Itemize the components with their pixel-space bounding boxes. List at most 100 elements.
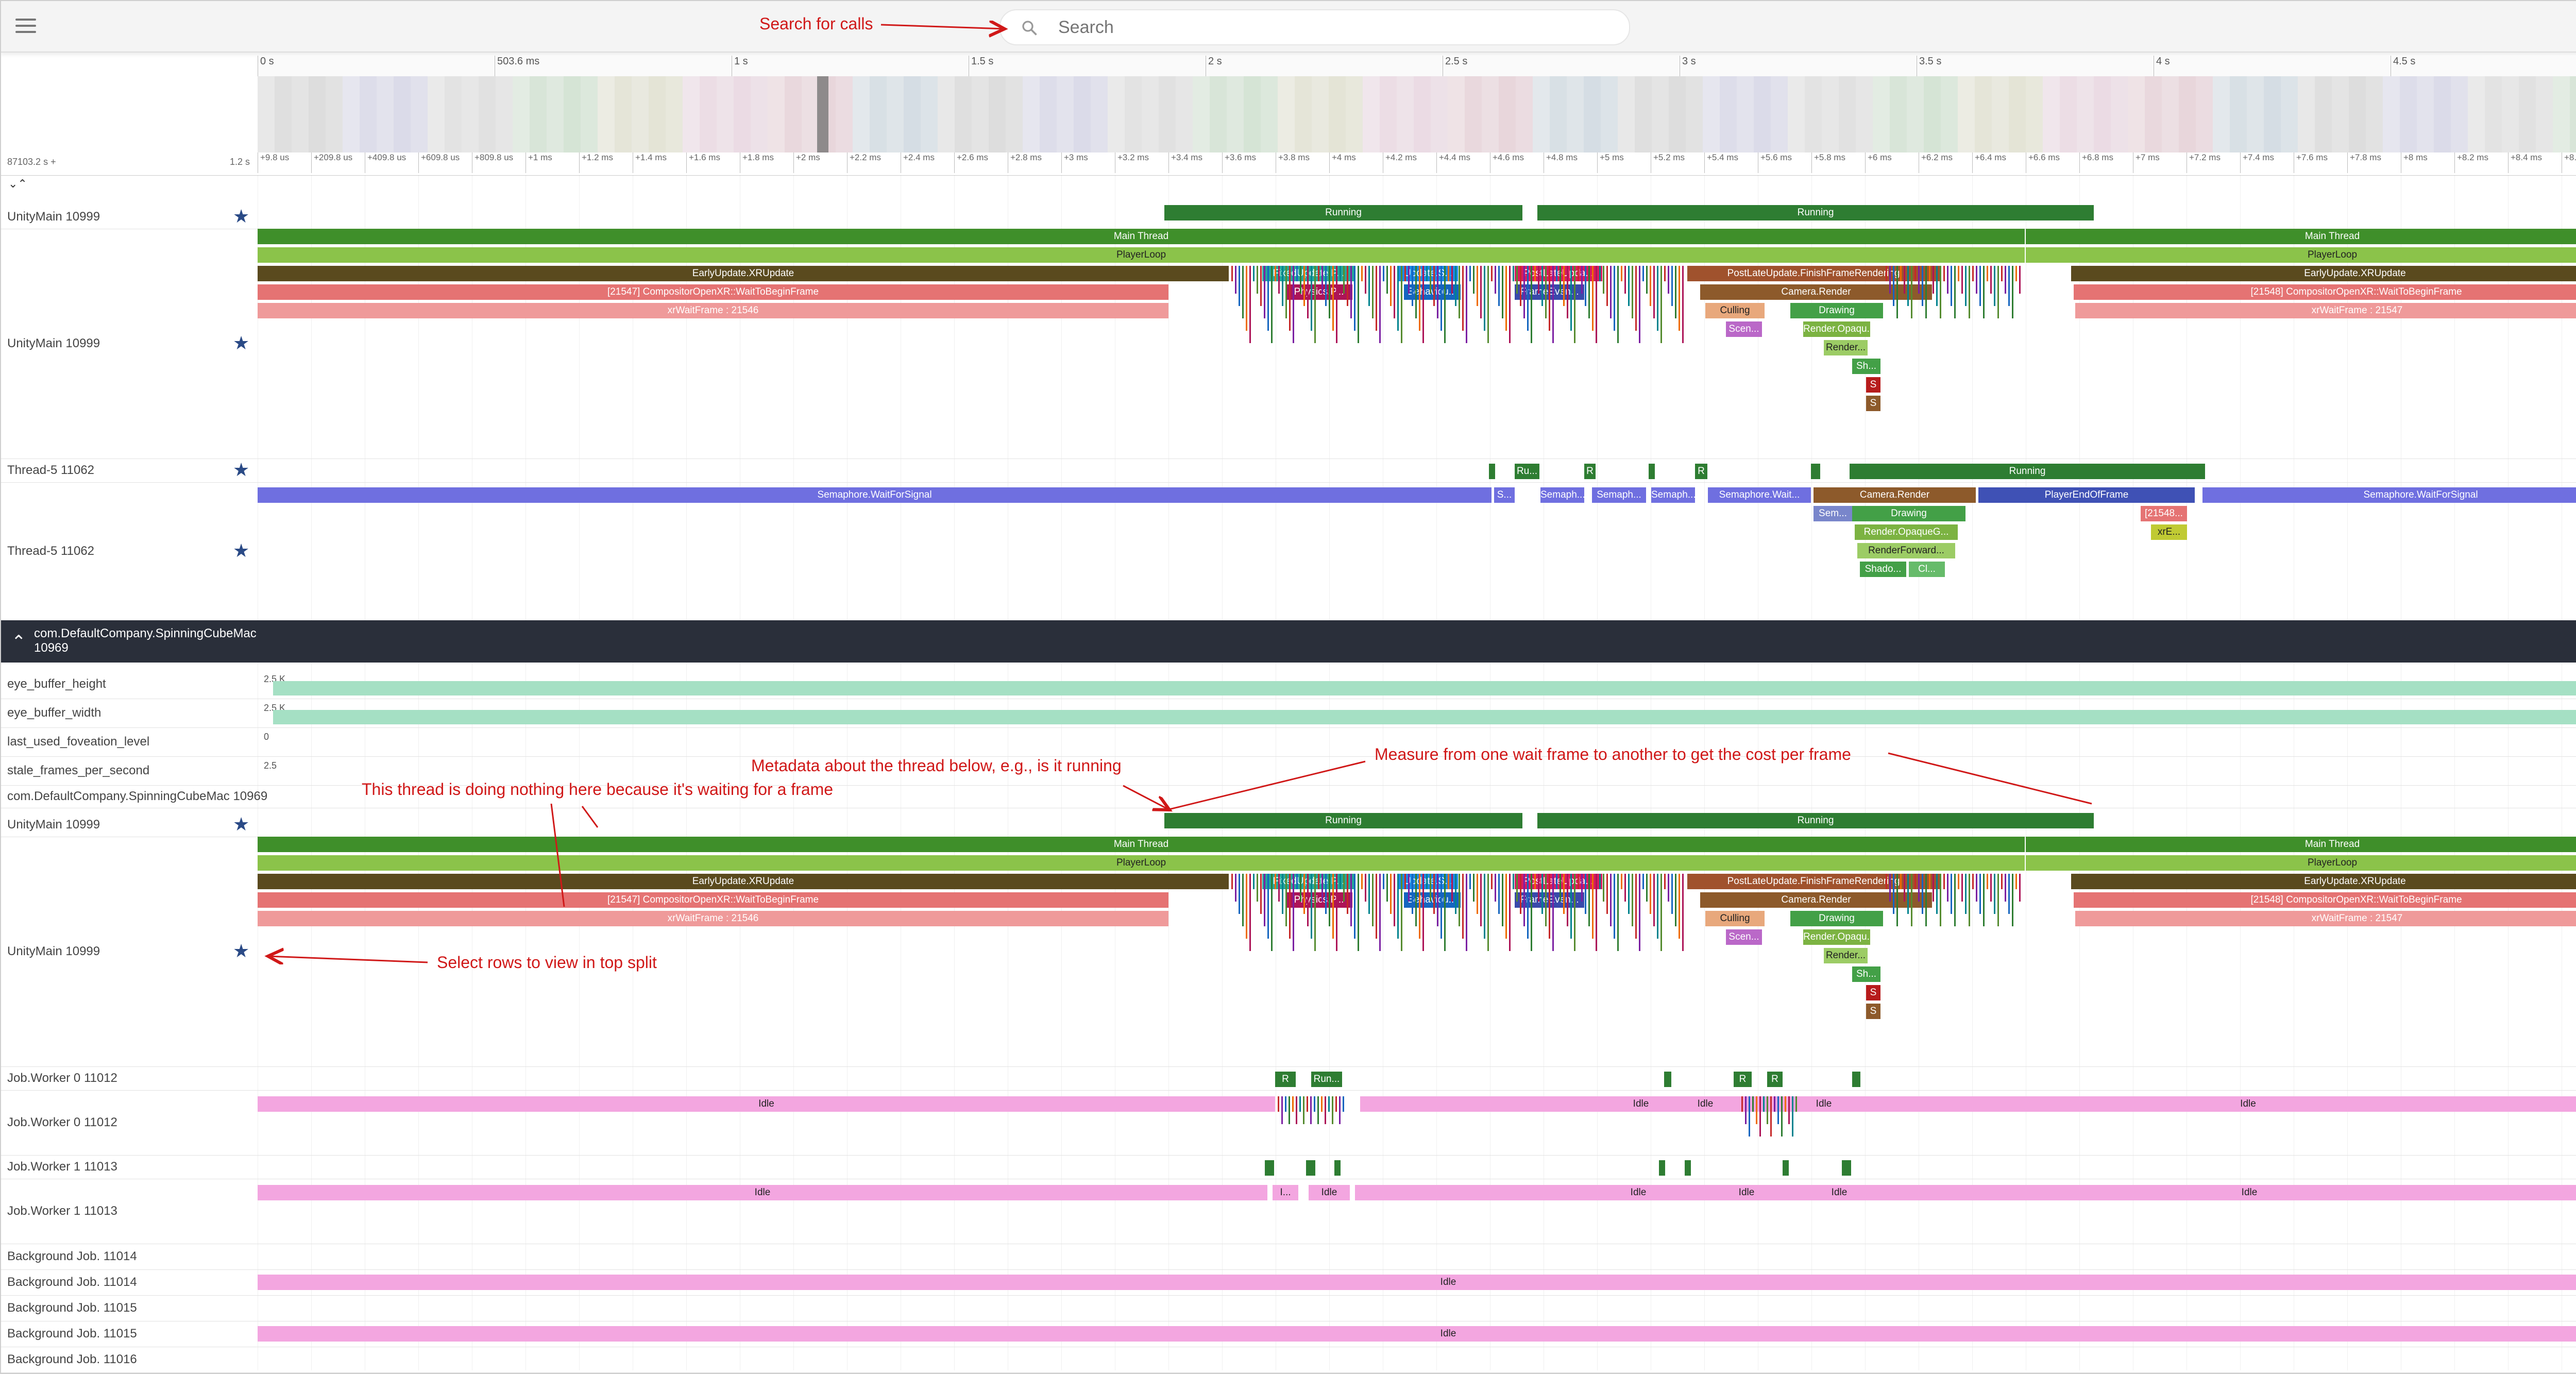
trace-slice-sliver[interactable]	[1300, 266, 1301, 294]
trace-slice-sliver[interactable]	[1372, 874, 1374, 926]
trace-slice-sliver[interactable]	[1596, 874, 1597, 951]
trace-slice-sliver[interactable]	[1440, 266, 1442, 331]
trace-slice[interactable]	[1306, 1160, 1315, 1176]
trace-slice-sliver[interactable]	[1365, 874, 1366, 902]
track-label[interactable]: Background Job. 11014	[7, 1275, 137, 1290]
track-row[interactable]	[0, 1244, 2576, 1270]
trace-slice-sliver[interactable]	[1296, 266, 1298, 281]
trace-slice-sliver[interactable]	[1455, 874, 1456, 914]
trace-slice-sliver[interactable]	[1538, 266, 1539, 294]
trace-slice[interactable]: Sem...	[1814, 506, 1852, 521]
trace-slice[interactable]: [21547] CompositorOpenXR::WaitToBeginFra…	[258, 284, 1168, 300]
trace-slice-sliver[interactable]	[1785, 1096, 1786, 1112]
trace-slice[interactable]: Idle	[1669, 1185, 1824, 1200]
pin-star-icon[interactable]: ★	[233, 940, 249, 962]
trace-slice-sliver[interactable]	[1947, 874, 1948, 902]
trace-slice[interactable]	[1811, 464, 1820, 479]
trace-slice-sliver[interactable]	[1253, 874, 1255, 889]
trace-slice-sliver[interactable]	[1900, 266, 1902, 281]
trace-slice-sliver[interactable]	[1318, 874, 1319, 889]
trace-slice-sliver[interactable]	[1624, 266, 1626, 294]
trace-slice[interactable]	[1649, 464, 1655, 479]
trace-slice-sliver[interactable]	[1965, 874, 1967, 914]
track-label[interactable]: Job.Worker 1 11013	[7, 1160, 117, 1174]
trace-slice-sliver[interactable]	[1664, 874, 1666, 889]
trace-slice-sliver[interactable]	[1491, 874, 1493, 889]
trace-slice-sliver[interactable]	[1368, 874, 1370, 914]
trace-slice[interactable]: Running	[1164, 205, 1522, 220]
trace-slice-sliver[interactable]	[1379, 266, 1381, 343]
trace-slice-sliver[interactable]	[1307, 266, 1309, 318]
trace-slice-sliver[interactable]	[1340, 266, 1341, 281]
trace-slice-sliver[interactable]	[1541, 266, 1543, 306]
trace-slice[interactable]: Sh...	[1852, 359, 1880, 374]
trace-slice-sliver[interactable]	[1682, 266, 1684, 343]
trace-slice-sliver[interactable]	[1332, 874, 1334, 939]
trace-slice-sliver[interactable]	[1545, 874, 1547, 926]
trace-slice-sliver[interactable]	[1253, 266, 1255, 281]
trace-slice-sliver[interactable]	[1433, 874, 1435, 914]
trace-slice-sliver[interactable]	[1271, 266, 1273, 343]
trace-slice-sliver[interactable]	[1343, 266, 1345, 294]
trace-slice-sliver[interactable]	[1642, 266, 1644, 281]
trace-slice-sliver[interactable]	[1239, 266, 1240, 306]
trace-slice-sliver[interactable]	[1509, 266, 1511, 343]
trace-slice[interactable]: Main Thread	[258, 837, 2025, 852]
trace-slice-sliver[interactable]	[1487, 266, 1489, 343]
trace-slice[interactable]: S...	[1494, 487, 1515, 503]
trace-slice-sliver[interactable]	[1893, 266, 1894, 306]
trace-slice-sliver[interactable]	[1972, 874, 1974, 889]
trace-slice-sliver[interactable]	[1632, 874, 1633, 926]
trace-slice-sliver[interactable]	[1466, 266, 1467, 343]
trace-slice-sliver[interactable]	[1451, 266, 1453, 294]
trace-slice-sliver[interactable]	[1585, 266, 1586, 306]
trace-slice[interactable]: PlayerLoop	[258, 855, 2025, 871]
trace-slice[interactable]: S	[1866, 377, 1880, 393]
trace-slice-sliver[interactable]	[1495, 874, 1496, 902]
trace-slice-sliver[interactable]	[1639, 266, 1640, 343]
trace-slice-sliver[interactable]	[1376, 266, 1377, 331]
overview-cursor[interactable]	[817, 76, 828, 154]
trace-slice-sliver[interactable]	[1361, 266, 1363, 281]
trace-slice-sliver[interactable]	[1679, 874, 1680, 939]
trace-slice-sliver[interactable]	[1242, 266, 1244, 318]
search-box[interactable]	[999, 9, 1630, 45]
trace-slice-sliver[interactable]	[1610, 266, 1612, 318]
trace-slice-sliver[interactable]	[1675, 266, 1676, 318]
trace-slice-sliver[interactable]	[1303, 266, 1305, 306]
trace-slice-sliver[interactable]	[1314, 266, 1316, 343]
trace-slice[interactable]: Semaph...	[1651, 487, 1695, 503]
trace-slice-sliver[interactable]	[1570, 874, 1572, 939]
trace-slice[interactable]: Camera.Render	[1814, 487, 1976, 503]
trace-slice[interactable]: Semaph...	[1540, 487, 1584, 503]
trace-slice[interactable]: Culling	[1705, 303, 1765, 318]
trace-slice-sliver[interactable]	[1581, 874, 1583, 902]
trace-slice[interactable]: Running	[1850, 464, 2205, 479]
trace-slice-sliver[interactable]	[1752, 1096, 1754, 1112]
trace-slice-sliver[interactable]	[1653, 266, 1655, 318]
trace-slice-sliver[interactable]	[1979, 874, 1981, 914]
trace-slice[interactable]: Render.Opaqu...	[1803, 929, 1870, 945]
trace-slice-sliver[interactable]	[1896, 266, 1898, 318]
trace-slice[interactable]: Running	[1537, 813, 2094, 828]
trace-slice-sliver[interactable]	[1936, 874, 1938, 914]
trace-slice-sliver[interactable]	[1545, 266, 1547, 318]
trace-slice-sliver[interactable]	[1437, 874, 1438, 926]
trace-slice-sliver[interactable]	[1556, 874, 1557, 889]
trace-slice-sliver[interactable]	[1925, 266, 1927, 318]
trace-slice-sliver[interactable]	[1311, 266, 1312, 331]
trace-slice-sliver[interactable]	[1585, 874, 1586, 914]
trace-slice-sliver[interactable]	[1940, 874, 1941, 926]
trace-slice-sliver[interactable]	[1951, 266, 1952, 306]
trace-slice-sliver[interactable]	[1335, 1096, 1337, 1112]
trace-slice-sliver[interactable]	[1513, 266, 1514, 281]
trace-slice[interactable]	[1659, 1160, 1665, 1176]
trace-slice-sliver[interactable]	[1260, 874, 1262, 914]
trace-slice-sliver[interactable]	[1350, 266, 1352, 318]
trace-slice-sliver[interactable]	[1951, 874, 1952, 914]
trace-slice-sliver[interactable]	[1296, 874, 1298, 889]
process-group-header[interactable]: ⌃ com.DefaultCompany.SpinningCubeMac 109…	[0, 620, 2576, 663]
trace-slice-sliver[interactable]	[1745, 1096, 1747, 1124]
trace-slice-sliver[interactable]	[1749, 1096, 1750, 1136]
trace-slice-sliver[interactable]	[1792, 1096, 1793, 1136]
